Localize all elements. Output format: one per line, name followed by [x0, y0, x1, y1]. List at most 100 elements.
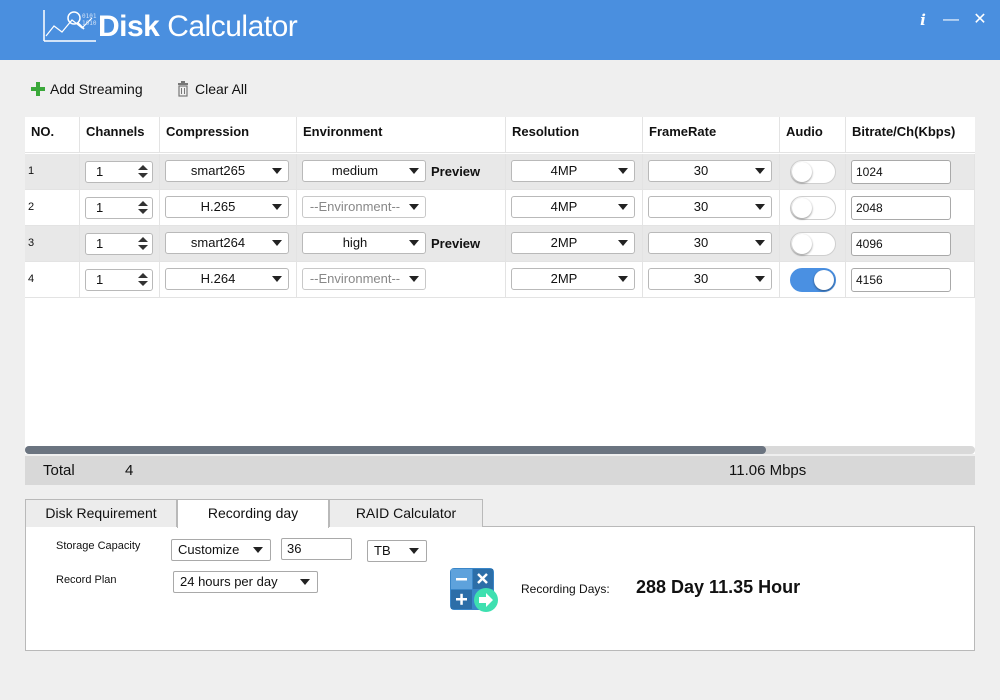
- resolution-select[interactable]: 4MP: [511, 160, 635, 182]
- close-button[interactable]: ✕: [970, 10, 990, 30]
- cell-environment: --Environment--: [297, 190, 506, 226]
- framerate-select[interactable]: 30: [648, 268, 772, 290]
- audio-toggle[interactable]: [790, 268, 836, 292]
- cell-compression: smart265: [160, 154, 297, 190]
- record-plan-select[interactable]: 24 hours per day: [173, 571, 318, 593]
- cell-compression: H.265: [160, 190, 297, 226]
- resolution-select[interactable]: 2MP: [511, 268, 635, 290]
- chevron-down-icon: [618, 168, 628, 174]
- channels-value: 1: [96, 164, 104, 179]
- resolution-value: 4MP: [550, 163, 578, 178]
- recording-days-value: 288 Day 11.35 Hour: [636, 577, 801, 597]
- storage-capacity-input[interactable]: 36: [281, 538, 352, 560]
- environment-select[interactable]: high: [302, 232, 426, 254]
- audio-toggle[interactable]: [790, 160, 836, 184]
- header-compression: Compression: [160, 117, 297, 153]
- bitrate-input[interactable]: 1024: [851, 160, 951, 184]
- resolution-value: 2MP: [550, 271, 578, 286]
- compression-select[interactable]: H.265: [165, 196, 289, 218]
- stepper-arrows-icon[interactable]: [138, 273, 148, 287]
- channels-stepper[interactable]: 1: [85, 197, 153, 219]
- total-label: Total: [43, 462, 75, 479]
- recording-day-panel: Storage Capacity Customize 36 TB Record …: [25, 527, 975, 651]
- resolution-select[interactable]: 2MP: [511, 232, 635, 254]
- header-bitrate: Bitrate/Ch(Kbps): [852, 124, 956, 139]
- stepper-arrows-icon[interactable]: [138, 201, 148, 215]
- channels-value: 1: [96, 200, 104, 215]
- logo-chart-icon: 0101 1010: [43, 10, 97, 42]
- cell-channels: 1: [80, 262, 160, 298]
- chevron-down-icon: [409, 168, 419, 174]
- svg-text:0101: 0101: [82, 13, 97, 20]
- calculator-icon[interactable]: [449, 567, 499, 613]
- info-icon: i: [920, 11, 926, 29]
- framerate-select[interactable]: 30: [648, 232, 772, 254]
- cell-audio: [780, 154, 846, 190]
- minimize-button[interactable]: —: [941, 10, 961, 30]
- chevron-down-icon: [409, 204, 419, 210]
- compression-select[interactable]: smart264: [165, 232, 289, 254]
- svg-text:1010: 1010: [82, 20, 97, 27]
- chevron-down-icon: [618, 204, 628, 210]
- record-plan-value: 24 hours per day: [180, 574, 278, 589]
- environment-value: medium: [331, 163, 379, 178]
- bitrate-input[interactable]: 2048: [851, 196, 951, 220]
- cell-no: 1: [25, 154, 80, 190]
- cell-audio: [780, 262, 846, 298]
- compression-select[interactable]: H.264: [165, 268, 289, 290]
- cell-resolution: 2MP: [506, 226, 643, 262]
- row-number: 2: [28, 201, 35, 213]
- tab-recording-day[interactable]: Recording day: [177, 499, 329, 528]
- channels-value: 1: [96, 272, 104, 287]
- chevron-down-icon: [755, 204, 765, 210]
- scrollbar-thumb[interactable]: [25, 446, 766, 454]
- channels-stepper[interactable]: 1: [85, 233, 153, 255]
- storage-unit-select[interactable]: TB: [367, 540, 427, 562]
- preview-link[interactable]: Preview: [431, 236, 480, 251]
- resolution-select[interactable]: 4MP: [511, 196, 635, 218]
- audio-toggle[interactable]: [790, 196, 836, 220]
- header-channels: Channels: [80, 117, 160, 153]
- header-framerate: FrameRate: [643, 117, 780, 153]
- preview-link[interactable]: Preview: [431, 164, 480, 179]
- tab-disk-requirement[interactable]: Disk Requirement: [25, 499, 177, 527]
- info-button[interactable]: i: [913, 10, 933, 30]
- environment-select[interactable]: --Environment--: [302, 196, 426, 218]
- cell-resolution: 4MP: [506, 190, 643, 226]
- framerate-select[interactable]: 30: [648, 196, 772, 218]
- cell-resolution: 4MP: [506, 154, 643, 190]
- stepper-arrows-icon[interactable]: [138, 237, 148, 251]
- environment-select[interactable]: medium: [302, 160, 426, 182]
- framerate-select[interactable]: 30: [648, 160, 772, 182]
- environment-select[interactable]: --Environment--: [302, 268, 426, 290]
- horizontal-scrollbar[interactable]: [25, 446, 975, 454]
- add-streaming-button[interactable]: Add Streaming: [30, 78, 143, 100]
- storage-mode-select[interactable]: Customize: [171, 539, 271, 561]
- chevron-down-icon: [618, 240, 628, 246]
- bitrate-input[interactable]: 4096: [851, 232, 951, 256]
- tab-bar: Disk Requirement Recording day RAID Calc…: [25, 499, 975, 528]
- tab-raid-calculator[interactable]: RAID Calculator: [329, 499, 483, 527]
- storage-mode-value: Customize: [178, 542, 240, 557]
- row-number: 4: [28, 273, 35, 285]
- close-icon: ✕: [973, 11, 987, 28]
- clear-all-button[interactable]: Clear All: [175, 78, 247, 100]
- app-title-rest: Calculator: [159, 10, 298, 43]
- framerate-value: 30: [693, 199, 709, 214]
- plus-icon: [31, 82, 45, 96]
- audio-toggle[interactable]: [790, 232, 836, 256]
- cell-bitrate: 2048: [846, 190, 975, 226]
- table-row: 2 1 H.265 --Environment-- 4MP 30 2048: [25, 190, 975, 226]
- trash-icon: [178, 81, 188, 97]
- channels-stepper[interactable]: 1: [85, 269, 153, 291]
- toggle-knob: [792, 162, 812, 182]
- channels-stepper[interactable]: 1: [85, 161, 153, 183]
- recording-days-label: Recording Days:: [521, 582, 610, 596]
- cell-framerate: 30: [643, 262, 780, 298]
- bitrate-input[interactable]: 4156: [851, 268, 951, 292]
- channels-value: 1: [96, 236, 104, 251]
- cell-compression: H.264: [160, 262, 297, 298]
- framerate-value: 30: [693, 235, 709, 250]
- stepper-arrows-icon[interactable]: [138, 165, 148, 179]
- compression-select[interactable]: smart265: [165, 160, 289, 182]
